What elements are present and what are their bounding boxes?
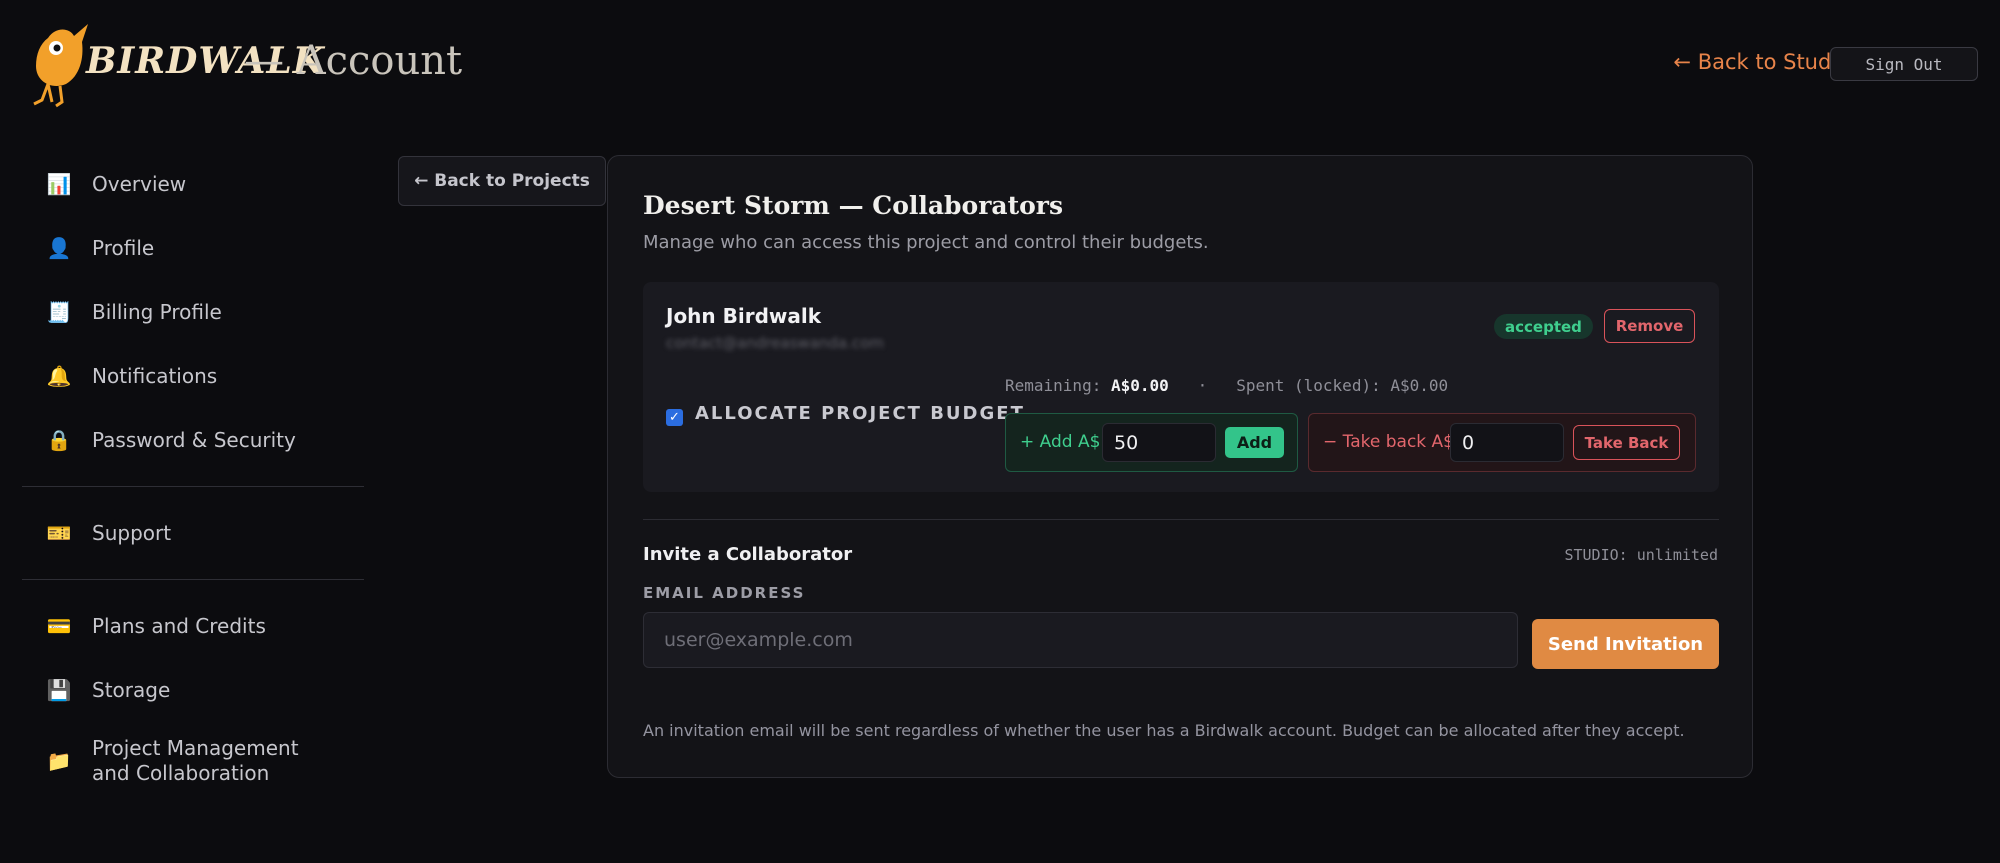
receipt-icon: 🧾 [46, 300, 72, 324]
sidebar-item-label: Profile [92, 236, 155, 260]
invite-email-input[interactable]: user@example.com [643, 612, 1518, 668]
plan-tag: STUDIO: unlimited [1564, 546, 1718, 564]
collaborator-email: contact@andreaswanda.com [666, 334, 884, 352]
sidebar-item-label: Password & Security [92, 428, 296, 452]
allocate-budget-label: ALLOCATE PROJECT BUDGET [695, 403, 1025, 424]
sidebar-item-notifications[interactable]: 🔔 Notifications [22, 344, 364, 408]
sidebar-item-overview[interactable]: 📊 Overview [22, 152, 364, 216]
add-budget-label: + Add A$ [1020, 432, 1101, 452]
sign-out-button[interactable]: Sign Out [1830, 47, 1978, 81]
take-back-amount-input[interactable]: 0 [1450, 423, 1564, 462]
sidebar-item-billing-profile[interactable]: 🧾 Billing Profile [22, 280, 364, 344]
collaborator-row: John Birdwalk contact@andreaswanda.com a… [643, 282, 1719, 492]
remaining-label: Remaining: [1005, 376, 1102, 395]
add-amount-input[interactable]: 50 [1102, 423, 1216, 462]
sidebar-item-label: Notifications [92, 364, 218, 388]
spent-locked-text: Spent (locked): A$0.00 [1236, 376, 1449, 395]
status-badge: accepted [1494, 314, 1593, 339]
collaborators-card: Desert Storm — Collaborators Manage who … [607, 155, 1753, 778]
take-back-budget-group: − Take back A$ 0 Take Back [1308, 413, 1696, 472]
top-bar: BIRDWALK — Account ← Back to Studio Sign… [0, 0, 2000, 130]
take-back-button[interactable]: Take Back [1573, 425, 1680, 460]
checkmark-icon: ✓ [669, 410, 680, 425]
sidebar-item-label: Overview [92, 172, 187, 196]
sidebar-item-plans-credits[interactable]: 💳 Plans and Credits [22, 594, 364, 658]
sidebar-item-profile[interactable]: 👤 Profile [22, 216, 364, 280]
floppy-disk-icon: 💾 [46, 678, 72, 702]
sidebar-divider [22, 486, 364, 487]
lock-icon: 🔒 [46, 428, 72, 452]
remove-collaborator-button[interactable]: Remove [1604, 309, 1695, 343]
sidebar-item-label: Storage [92, 678, 171, 702]
sidebar-item-label: Billing Profile [92, 300, 222, 324]
email-address-label: EMAIL ADDRESS [643, 584, 806, 602]
user-icon: 👤 [46, 236, 72, 260]
card-subtitle: Manage who can access this project and c… [643, 232, 1209, 253]
add-budget-button[interactable]: Add [1225, 427, 1284, 458]
invite-footnote: An invitation email will be sent regardl… [643, 721, 1685, 740]
sidebar-item-label: Project Management and Collaboration [92, 736, 299, 785]
budget-stats: Remaining: A$0.00 · Spent (locked): A$0.… [1005, 376, 1448, 395]
folder-icon: 📁 [46, 749, 72, 773]
card-title: Desert Storm — Collaborators [643, 191, 1064, 220]
sidebar-item-label: Support [92, 521, 172, 545]
sidebar-item-storage[interactable]: 💾 Storage [22, 658, 364, 722]
take-back-label: − Take back A$ [1323, 432, 1454, 452]
allocate-budget-checkbox[interactable]: ✓ [666, 409, 683, 426]
sidebar: 📊 Overview 👤 Profile 🧾 Billing Profile 🔔… [22, 152, 364, 800]
ticket-icon: 🎫 [46, 521, 72, 545]
sidebar-divider [22, 579, 364, 580]
page-title: — Account [244, 38, 463, 84]
stats-separator: · [1197, 376, 1208, 395]
sidebar-item-label: Plans and Credits [92, 614, 266, 638]
bell-icon: 🔔 [46, 364, 72, 388]
section-divider [643, 519, 1719, 520]
credit-card-icon: 💳 [46, 614, 72, 638]
sidebar-item-project-management[interactable]: 📁 Project Management and Collaboration [22, 722, 364, 800]
collaborator-name: John Birdwalk [666, 304, 822, 328]
invite-title: Invite a Collaborator [643, 544, 853, 565]
add-budget-group: + Add A$ 50 Add [1005, 413, 1298, 472]
back-to-studio-link[interactable]: ← Back to Studio [1673, 50, 1850, 74]
sidebar-item-password-security[interactable]: 🔒 Password & Security [22, 408, 364, 472]
back-to-projects-button[interactable]: ← Back to Projects [398, 156, 606, 206]
remaining-value: A$0.00 [1110, 376, 1169, 395]
send-invitation-button[interactable]: Send Invitation [1532, 619, 1719, 669]
sidebar-item-support[interactable]: 🎫 Support [22, 501, 364, 565]
bar-chart-icon: 📊 [46, 172, 72, 196]
